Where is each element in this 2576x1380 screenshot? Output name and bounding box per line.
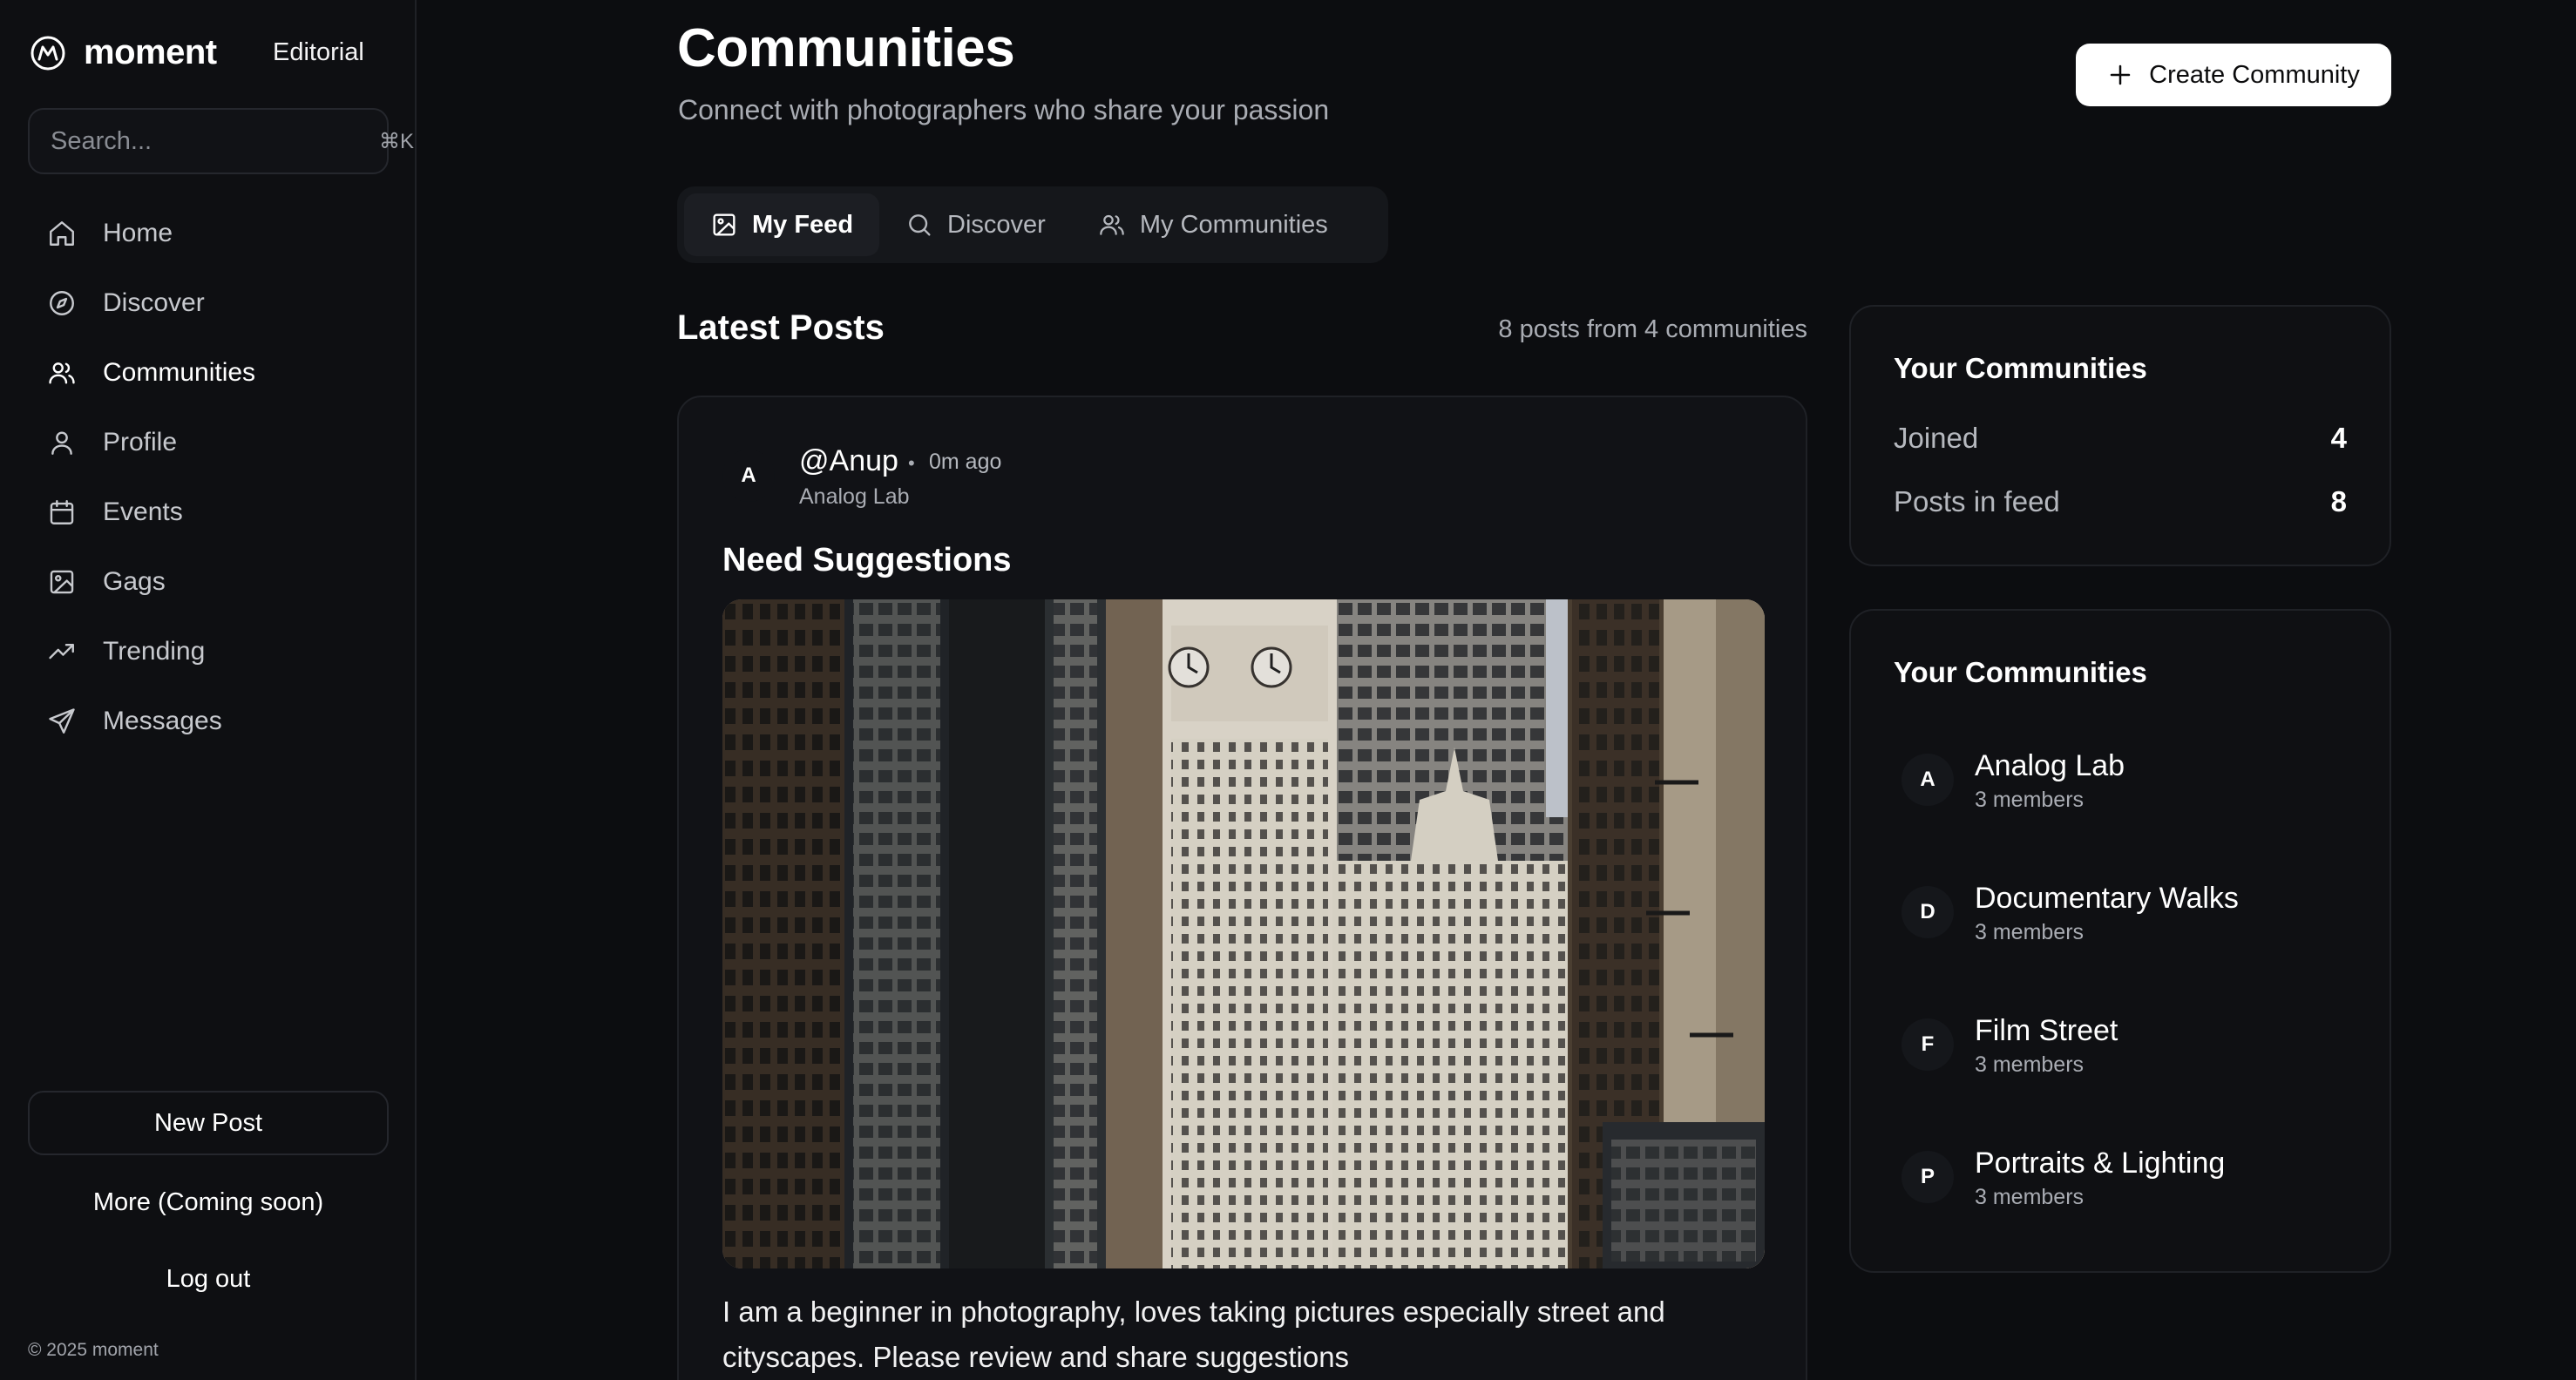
moment-logo-icon	[31, 36, 65, 70]
search-box: ⌘K	[28, 108, 414, 174]
image-icon	[47, 567, 77, 597]
create-community-button[interactable]: Create Community	[2076, 44, 2391, 106]
posts-count: 8 posts from 4 communities	[1498, 315, 1807, 343]
sidebar-item-discover[interactable]: Discover	[28, 268, 389, 338]
tab-label: My Communities	[1139, 210, 1328, 239]
stat-label: Posts in feed	[1894, 485, 2060, 518]
brand-tag[interactable]: Editorial	[273, 38, 364, 67]
search-input[interactable]	[51, 126, 379, 156]
logout-button[interactable]: Log out	[28, 1253, 389, 1305]
avatar: F	[1901, 1018, 1954, 1071]
plus-icon	[2110, 64, 2131, 85]
tab-my-communities[interactable]: My Communities	[1072, 193, 1354, 256]
avatar[interactable]: A	[722, 450, 775, 502]
sidebar: moment Editorial ⌘K Home Discover	[0, 0, 417, 1380]
panel-title: Your Communities	[1894, 352, 2147, 384]
tab-my-feed[interactable]: My Feed	[684, 193, 880, 256]
community-item-portraits-lighting[interactable]: P Portraits & Lighting 3 members	[1901, 1125, 2355, 1229]
search-shortcut: ⌘K	[379, 129, 415, 153]
brand-name: moment	[84, 33, 217, 71]
community-item-analog-lab[interactable]: A Analog Lab 3 members	[1901, 727, 2355, 832]
sidebar-item-gags[interactable]: Gags	[28, 547, 389, 617]
stat-posts-in-feed: Posts in feed 8	[1894, 485, 2347, 518]
sidebar-item-events[interactable]: Events	[28, 477, 389, 547]
sidebar-item-label: Trending	[103, 637, 206, 666]
send-icon	[47, 707, 77, 736]
stat-value: 8	[2330, 485, 2347, 518]
city-buildings-photo	[722, 599, 1765, 1268]
app: moment Editorial ⌘K Home Discover	[0, 0, 2576, 1380]
avatar: D	[1901, 886, 1954, 938]
stat-label: Joined	[1894, 422, 1979, 454]
more-button[interactable]: More (Coming soon)	[28, 1176, 389, 1228]
stat-value: 4	[2330, 422, 2347, 454]
tab-discover[interactable]: Discover	[879, 193, 1072, 256]
community-item-documentary-walks[interactable]: D Documentary Walks 3 members	[1901, 860, 2355, 964]
image-icon	[710, 211, 738, 239]
community-members: 3 members	[1975, 919, 2085, 944]
calendar-icon	[47, 497, 77, 527]
community-members: 3 members	[1975, 1052, 2085, 1077]
community-name: Film Street	[1975, 1013, 2118, 1047]
community-stats-panel: Your Communities Joined 4 Posts in feed …	[1849, 305, 2391, 566]
page-title: Communities	[677, 18, 1015, 78]
users-icon	[47, 358, 77, 388]
community-members: 3 members	[1975, 787, 2085, 812]
stat-joined: Joined 4	[1894, 422, 2347, 455]
community-name: Analog Lab	[1975, 748, 2125, 782]
panel-title: Your Communities	[1894, 656, 2147, 688]
community-name: Portraits & Lighting	[1975, 1146, 2226, 1180]
page-subtitle: Connect with photographers who share you…	[678, 94, 1330, 125]
user-icon	[47, 428, 77, 457]
post-title[interactable]: Need Suggestions	[722, 542, 1012, 579]
sidebar-item-profile[interactable]: Profile	[28, 408, 389, 477]
post-body: I am a beginner in photography, loves ta…	[722, 1295, 1665, 1373]
tab-label: Discover	[947, 210, 1046, 239]
sidebar-item-communities[interactable]: Communities	[28, 338, 389, 408]
sidebar-item-messages[interactable]: Messages	[28, 687, 389, 756]
new-post-button[interactable]: New Post	[28, 1091, 389, 1155]
copyright: © 2025 moment	[28, 1340, 159, 1360]
sidebar-item-home[interactable]: Home	[28, 199, 389, 268]
community-name: Documentary Walks	[1975, 881, 2239, 915]
tab-label: My Feed	[752, 210, 854, 239]
post-community[interactable]: Analog Lab	[799, 484, 910, 510]
your-communities-panel: Your Communities A Analog Lab 3 members …	[1849, 609, 2391, 1273]
post-author[interactable]: @Anup	[799, 444, 898, 478]
sidebar-item-label: Profile	[103, 428, 178, 457]
compass-icon	[47, 288, 77, 318]
sidebar-item-label: Gags	[103, 567, 166, 596]
sidebar-nav: Home Discover Communities Profile Events…	[28, 199, 389, 756]
latest-posts-title: Latest Posts	[677, 308, 885, 347]
community-members: 3 members	[1975, 1184, 2085, 1209]
create-community-label: Create Community	[2149, 60, 2360, 89]
sidebar-item-label: Events	[103, 497, 183, 526]
sidebar-item-label: Messages	[103, 707, 222, 735]
sidebar-item-label: Discover	[103, 288, 205, 317]
sidebar-item-label: Communities	[103, 358, 256, 387]
community-item-film-street[interactable]: F Film Street 3 members	[1901, 992, 2355, 1097]
avatar: A	[1901, 754, 1954, 806]
post-time: 0m ago	[929, 450, 1002, 474]
search-icon	[905, 211, 933, 239]
users-icon	[1098, 211, 1126, 239]
sidebar-item-trending[interactable]: Trending	[28, 617, 389, 687]
sidebar-item-label: Home	[103, 219, 173, 247]
separator-dot: •	[908, 452, 915, 474]
home-icon	[47, 219, 77, 248]
trending-icon	[47, 637, 77, 666]
tab-bar: My Feed Discover My Communities	[677, 186, 1388, 263]
avatar: P	[1901, 1151, 1954, 1203]
post-photo[interactable]	[722, 599, 1765, 1268]
brand[interactable]: moment	[30, 33, 217, 72]
post-card[interactable]: A @Anup • 0m ago Analog Lab Need Suggest…	[677, 396, 1807, 1380]
